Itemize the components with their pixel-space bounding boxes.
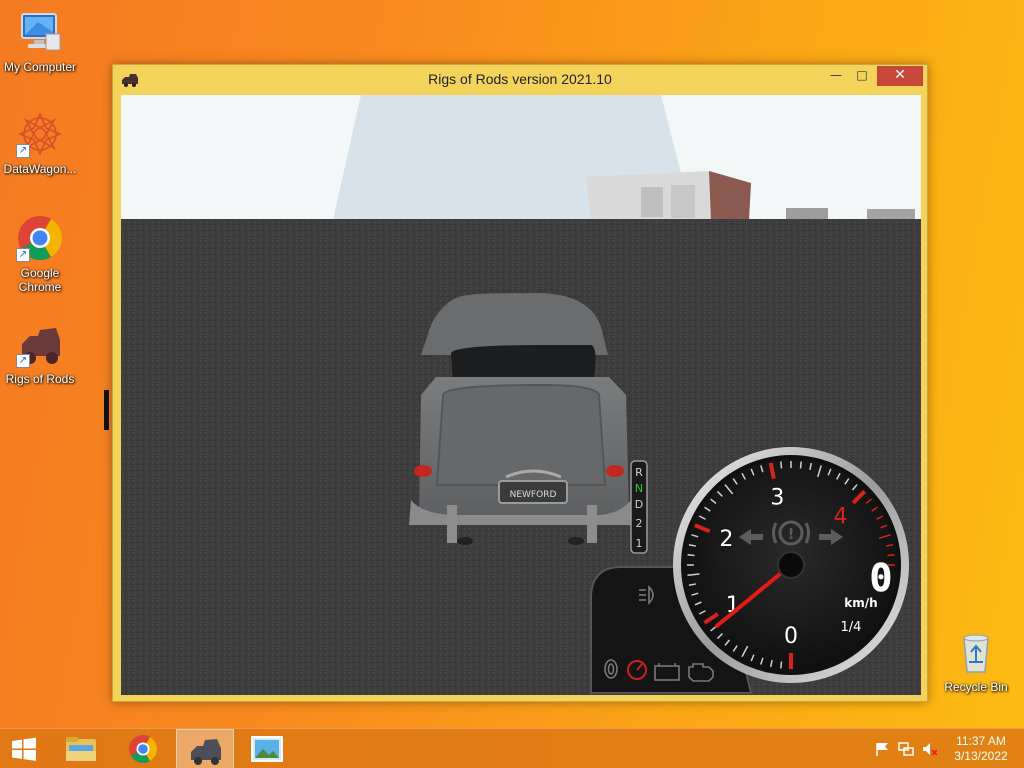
tach-label-0: 0 bbox=[784, 624, 798, 649]
tachometer: 01234 ! 0 km/h 1/4 bbox=[673, 447, 909, 683]
tach-label-2: 2 bbox=[719, 527, 733, 552]
taskbar-rigs-of-rods[interactable] bbox=[176, 729, 234, 768]
brake-warning-mark: ! bbox=[788, 525, 795, 543]
gear-r: R bbox=[635, 466, 643, 479]
folder-icon bbox=[66, 737, 96, 761]
gear-ratio: 1/4 bbox=[841, 620, 862, 635]
speed-unit: km/h bbox=[844, 596, 877, 610]
close-button[interactable]: ✕ bbox=[877, 66, 923, 86]
rigs-of-rods-icon bbox=[191, 739, 221, 765]
game-window[interactable]: Rigs of Rods version 2021.10 — □ ✕ NEWFO… bbox=[112, 64, 928, 702]
network-icon[interactable] bbox=[898, 742, 914, 756]
desktop-icon-my-computer[interactable]: My Computer bbox=[0, 8, 80, 74]
tach-minor-tick bbox=[780, 461, 783, 469]
tach-label-3: 3 bbox=[770, 485, 784, 510]
needle-hub bbox=[777, 551, 805, 579]
volume-muted-icon[interactable] bbox=[922, 742, 938, 756]
car: NEWFORD bbox=[409, 293, 633, 545]
desktop-icon-recycle-bin[interactable]: Recycle Bin bbox=[936, 628, 1016, 694]
taskbar-chrome[interactable] bbox=[114, 729, 172, 768]
photo-viewer-icon bbox=[251, 736, 283, 762]
start-button[interactable] bbox=[0, 729, 48, 768]
desktop-icon-label: Google Chrome bbox=[18, 266, 62, 294]
license-plate: NEWFORD bbox=[510, 490, 557, 500]
chrome-icon: ↗ bbox=[16, 214, 64, 262]
tach-minor-tick bbox=[780, 661, 783, 669]
rigs-of-rods-icon: ↗ bbox=[16, 320, 64, 368]
taskbar: 11:37 AM 3/13/2022 bbox=[0, 728, 1024, 768]
clock-date: 3/13/2022 bbox=[954, 749, 1008, 763]
gear-2: 2 bbox=[636, 517, 643, 530]
minimize-button[interactable]: — bbox=[823, 66, 849, 86]
desktop-icon-label: DataWagon... bbox=[3, 162, 77, 176]
clock-time: 11:37 AM bbox=[956, 734, 1006, 748]
window-titlebar[interactable]: Rigs of Rods version 2021.10 — □ ✕ bbox=[113, 65, 927, 95]
tach-minor-tick bbox=[799, 461, 802, 469]
gear-1: 1 bbox=[636, 537, 643, 550]
gear-d: D bbox=[635, 498, 643, 511]
desktop-icon-label: Rigs of Rods bbox=[5, 372, 75, 386]
game-viewport[interactable]: NEWFORD R N D 2 1 0 1 2 3 4 ! 0 km/h 1/4 bbox=[121, 95, 921, 695]
chrome-icon bbox=[129, 735, 157, 763]
shortcut-arrow-icon: ↗ bbox=[16, 144, 30, 158]
system-clock[interactable]: 11:37 AM 3/13/2022 bbox=[946, 734, 1016, 764]
speed-readout: 0 bbox=[870, 556, 893, 600]
computer-icon bbox=[16, 8, 64, 56]
desktop-icon-label: My Computer bbox=[3, 60, 77, 74]
shortcut-arrow-icon: ↗ bbox=[16, 248, 30, 262]
flag-icon[interactable] bbox=[874, 742, 890, 756]
taskbar-file-explorer[interactable] bbox=[52, 729, 110, 768]
gear-n: N bbox=[635, 482, 643, 495]
tach-label-4: 4 bbox=[833, 505, 847, 530]
desktop-icon-label: Recycle Bin bbox=[944, 680, 1008, 694]
windows-logo-icon bbox=[12, 737, 36, 761]
maximize-button[interactable]: □ bbox=[849, 66, 875, 86]
tail-light bbox=[606, 465, 624, 477]
datawagon-icon: ↗ bbox=[16, 110, 64, 158]
desktop-icon-datawagon[interactable]: ↗ DataWagon... bbox=[0, 110, 80, 176]
window-title: Rigs of Rods version 2021.10 bbox=[428, 71, 612, 87]
desktop-icon-rigs-of-rods[interactable]: ↗ Rigs of Rods bbox=[0, 320, 80, 386]
recycle-bin-icon bbox=[952, 628, 1000, 676]
game-scene: NEWFORD R N D 2 1 01234 ! 0 km/h 1/4 bbox=[121, 95, 921, 695]
distant-building bbox=[586, 171, 751, 220]
taskbar-photos[interactable] bbox=[238, 729, 296, 768]
shortcut-arrow-icon: ↗ bbox=[16, 354, 30, 368]
gear-indicator: R N D 2 1 bbox=[630, 460, 648, 554]
desktop-edge-marker bbox=[104, 390, 109, 430]
tail-light bbox=[414, 465, 432, 477]
desktop-icon-google-chrome[interactable]: ↗ Google Chrome bbox=[0, 214, 80, 294]
tach-minor-tick bbox=[687, 554, 695, 557]
